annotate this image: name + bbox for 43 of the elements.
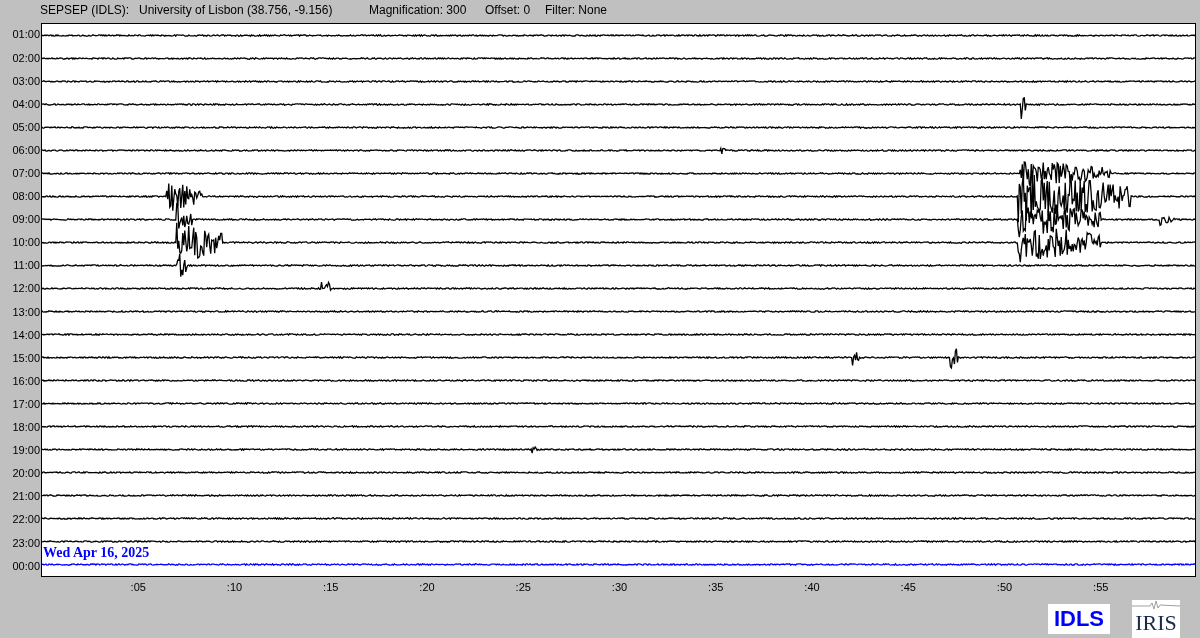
minute-tick-label: :30 [611,581,628,594]
filter-label: Filter: None [545,3,608,17]
hour-label: 19:00 [12,444,40,457]
station-name: SEPSEP (IDLS): [40,3,130,17]
hour-label: 00:00 [12,559,40,572]
offset-label: Offset: 0 [485,3,531,17]
station-location: University of Lisbon (38.756, -9.156) [139,3,333,17]
hour-label: 14:00 [12,328,40,341]
hour-label: 13:00 [12,305,40,318]
hour-label: 05:00 [12,120,40,133]
minute-tick-label: :35 [708,581,724,594]
hour-label: 11:00 [13,259,40,272]
hour-label: 23:00 [12,536,40,549]
hour-label: 02:00 [12,51,40,64]
hour-label: 15:00 [12,351,40,364]
hour-label: 22:00 [12,513,40,526]
hour-label: 06:00 [12,143,40,156]
hour-label: 07:00 [12,167,40,179]
hour-label: 04:00 [12,97,40,110]
minute-tick-label: :40 [804,581,820,594]
hour-label: 08:00 [12,190,40,203]
minute-tick-label: :15 [323,581,339,594]
minute-tick-label: :20 [419,581,435,594]
hour-label: 21:00 [12,490,40,503]
hour-label: 16:00 [12,374,40,387]
hour-label: 01:00 [12,28,40,41]
hour-label: 17:00 [12,397,40,410]
hour-label: 10:00 [12,236,40,249]
hour-label: 09:00 [12,213,40,226]
minute-tick-label: :50 [996,581,1013,594]
minute-tick-label: :55 [1093,581,1109,594]
minute-tick-label: :10 [226,581,243,594]
minute-tick-label: :05 [130,581,146,594]
hour-label: 20:00 [12,467,40,480]
minute-tick-label: :25 [515,581,531,594]
magnification-label: Magnification: 300 [369,3,467,17]
network-logo: IDLS [1047,604,1110,634]
hour-label: 12:00 [12,282,40,295]
hour-label: 03:00 [12,74,40,87]
hour-label: 18:00 [12,421,40,434]
minute-tick-label: :45 [900,581,916,594]
institution-logo: IRIS [1132,600,1180,638]
date-label: Wed Apr 16, 2025 [43,546,150,561]
